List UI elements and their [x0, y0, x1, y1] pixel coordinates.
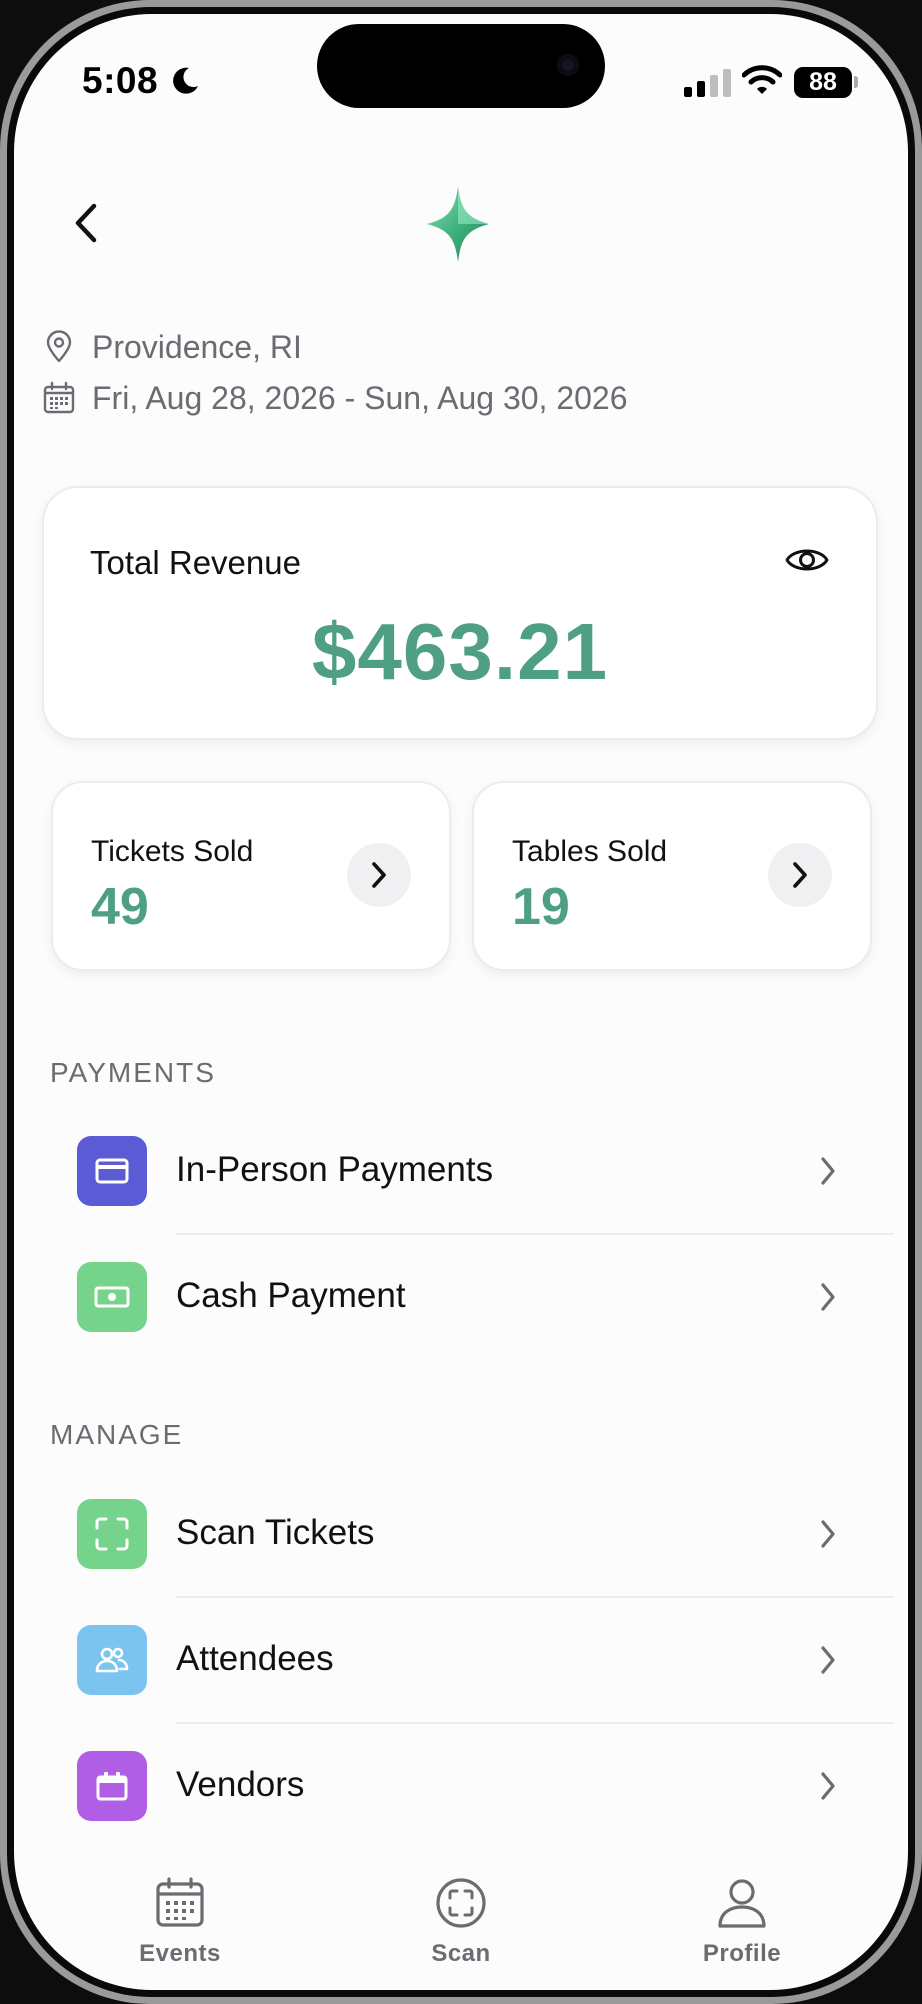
cash-icon: [94, 1286, 130, 1308]
vendors-label: Vendors: [176, 1765, 305, 1804]
location-text: Providence, RI: [92, 328, 302, 365]
event-dates: Fri, Aug 28, 2026 - Sun, Aug 30, 2026: [42, 378, 628, 418]
status-time: 5:08: [82, 60, 159, 101]
tickets-sold-label: Tickets Sold: [91, 835, 254, 868]
vendor-icon-tile: [77, 1751, 147, 1821]
eye-icon[interactable]: [784, 542, 830, 578]
total-revenue-label: Total Revenue: [90, 544, 301, 581]
tab-profile[interactable]: Profile: [662, 1876, 822, 1968]
event-location: Providence, RI: [42, 327, 302, 367]
total-revenue-value: $463.21: [311, 607, 609, 696]
scan-icon: [95, 1517, 129, 1551]
tab-events[interactable]: Events: [100, 1876, 260, 1968]
calendar-icon: [43, 381, 75, 414]
cash-payment-label: Cash Payment: [176, 1276, 406, 1315]
in-person-payments-label: In-Person Payments: [176, 1150, 494, 1189]
dynamic-island: [317, 24, 605, 108]
tables-sold-label: Tables Sold: [512, 835, 668, 868]
tables-sold-value: 19: [512, 878, 570, 936]
back-button[interactable]: [64, 200, 110, 246]
scan-tickets-label: Scan Tickets: [176, 1513, 375, 1552]
camera-icon: [557, 54, 579, 76]
battery-level: 88: [809, 68, 837, 96]
chevron-right-icon: [821, 1772, 835, 1800]
list-item-vendors[interactable]: Vendors: [14, 1723, 908, 1849]
sparkle-logo-icon: [427, 186, 489, 262]
tickets-sold-card[interactable]: Tickets Sold 49: [51, 781, 451, 971]
chevron-right-icon: [372, 862, 386, 888]
tickets-sold-arrow-button[interactable]: [347, 843, 411, 907]
tab-events-label: Events: [139, 1940, 221, 1967]
tab-scan[interactable]: Scan: [381, 1876, 541, 1968]
people-icon-tile: [77, 1625, 147, 1695]
chevron-right-icon: [793, 862, 807, 888]
battery-indicator: 88: [794, 67, 852, 98]
moon-icon: [173, 67, 198, 94]
scan-icon-tile: [77, 1499, 147, 1569]
vendor-icon: [96, 1772, 128, 1801]
tables-sold-arrow-button[interactable]: [768, 843, 832, 907]
total-revenue-card: Total Revenue $463.21: [42, 486, 878, 740]
tab-profile-label: Profile: [702, 1940, 782, 1967]
app-screen: 5:08 88 Providence, RI Fri, Aug 28, 2026…: [14, 14, 908, 1990]
chevron-right-icon: [821, 1646, 835, 1674]
people-icon: [95, 1647, 129, 1673]
chevron-right-icon: [821, 1520, 835, 1548]
tickets-sold-value: 49: [91, 878, 149, 936]
dates-text: Fri, Aug 28, 2026 - Sun, Aug 30, 2026: [92, 379, 628, 416]
tables-sold-card[interactable]: Tables Sold 19: [472, 781, 872, 971]
attendees-label: Attendees: [176, 1639, 334, 1678]
payments-section-header: PAYMENTS: [50, 1057, 216, 1088]
list-item-cash-payment[interactable]: Cash Payment: [14, 1234, 908, 1360]
location-pin-icon: [46, 330, 72, 363]
calendar-icon: [156, 1877, 204, 1927]
cellular-signal-icon: [684, 69, 731, 97]
scan-icon: [436, 1878, 486, 1928]
tab-scan-label: Scan: [431, 1940, 491, 1967]
card-icon-tile: [77, 1136, 147, 1206]
chevron-right-icon: [821, 1157, 835, 1185]
list-item-attendees[interactable]: Attendees: [14, 1597, 908, 1723]
person-icon: [718, 1879, 766, 1928]
list-item-scan-tickets[interactable]: Scan Tickets: [14, 1471, 908, 1597]
battery-cap: [854, 76, 858, 88]
card-icon: [95, 1158, 129, 1184]
chevron-right-icon: [821, 1283, 835, 1311]
list-item-in-person-payments[interactable]: In-Person Payments: [14, 1108, 908, 1234]
manage-section-header: MANAGE: [50, 1419, 184, 1450]
device-frame: 5:08 88 Providence, RI Fri, Aug 28, 2026…: [0, 0, 922, 2004]
cash-icon-tile: [77, 1262, 147, 1332]
wifi-icon: [742, 65, 782, 94]
